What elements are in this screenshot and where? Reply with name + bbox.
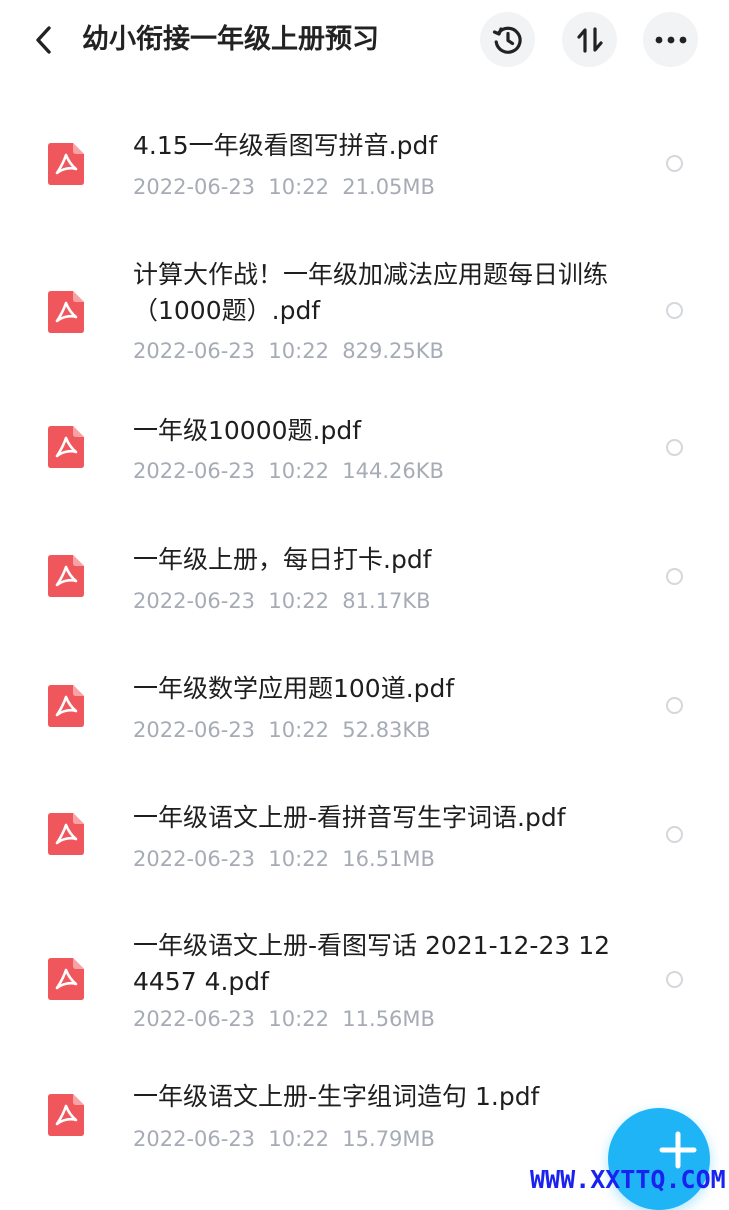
file-date: 2022-06-23 — [133, 1127, 256, 1151]
file-row[interactable]: 一年级语文上册-看图写话 2021-12-23 124457 4.pdf 202… — [0, 891, 729, 1041]
file-meta: 2022-06-23 10:22 81.17KB — [133, 586, 431, 616]
file-time: 10:22 — [268, 1127, 329, 1151]
top-bar: 幼小衔接一年级上册预习 — [0, 0, 729, 82]
select-radio[interactable] — [666, 826, 683, 843]
more-button[interactable] — [643, 12, 698, 67]
watermark-text: WWW.XXTTQ.COM — [530, 1165, 726, 1194]
file-size: 11.56MB — [342, 1007, 435, 1031]
file-size: 81.17KB — [342, 589, 431, 613]
file-row[interactable]: 一年级语文上册-看拼音写生字词语.pdf 2022-06-23 10:22 16… — [0, 762, 729, 891]
file-time: 10:22 — [268, 1007, 329, 1031]
file-meta: 2022-06-23 10:22 11.56MB — [133, 1004, 435, 1034]
file-name: 一年级数学应用题100道.pdf — [133, 674, 455, 703]
more-horizontal-icon — [655, 36, 686, 43]
back-button[interactable] — [26, 22, 62, 58]
file-meta: 2022-06-23 10:22 21.05MB — [133, 172, 435, 202]
history-button[interactable] — [480, 12, 535, 67]
select-radio[interactable] — [666, 697, 683, 714]
file-name: 一年级语文上册-看图写话 2021-12-23 124457 4.pdf — [133, 931, 611, 996]
pdf-icon — [48, 813, 84, 855]
pdf-icon — [48, 291, 84, 333]
select-radio[interactable] — [666, 439, 683, 456]
file-date: 2022-06-23 — [133, 459, 256, 483]
file-time: 10:22 — [268, 847, 329, 871]
file-name: 一年级语文上册-生字组词造句 1.pdf — [133, 1082, 540, 1111]
file-meta: 2022-06-23 10:22 52.83KB — [133, 715, 431, 745]
select-radio[interactable] — [666, 155, 683, 172]
file-date: 2022-06-23 — [133, 718, 256, 742]
file-date: 2022-06-23 — [133, 1007, 256, 1031]
select-radio[interactable] — [666, 568, 683, 585]
file-meta: 2022-06-23 10:22 16.51MB — [133, 844, 435, 874]
file-date: 2022-06-23 — [133, 175, 256, 199]
file-size: 52.83KB — [342, 718, 431, 742]
pdf-icon — [48, 426, 84, 468]
file-size: 829.25KB — [342, 339, 444, 363]
pdf-icon — [48, 555, 84, 597]
file-meta: 2022-06-23 10:22 15.79MB — [133, 1124, 435, 1154]
sort-button[interactable] — [562, 12, 617, 67]
file-date: 2022-06-23 — [133, 589, 256, 613]
file-date: 2022-06-23 — [133, 339, 256, 363]
file-name: 4.15一年级看图写拼音.pdf — [133, 131, 438, 160]
page-title: 幼小衔接一年级上册预习 — [82, 24, 379, 55]
file-time: 10:22 — [268, 339, 329, 363]
history-icon — [492, 26, 522, 54]
pdf-icon — [48, 685, 84, 727]
file-meta: 2022-06-23 10:22 829.25KB — [133, 336, 444, 366]
file-date: 2022-06-23 — [133, 847, 256, 871]
file-row[interactable]: 一年级10000题.pdf 2022-06-23 10:22 144.26KB — [0, 374, 729, 504]
file-row[interactable]: 计算大作战！一年级加减法应用题每日训练（1000题）.pdf 2022-06-2… — [0, 226, 729, 374]
chevron-left-icon — [36, 26, 51, 54]
file-name: 一年级语文上册-看拼音写生字词语.pdf — [133, 803, 566, 832]
pdf-icon — [48, 958, 84, 1000]
file-row[interactable]: 一年级上册，每日打卡.pdf 2022-06-23 10:22 81.17KB — [0, 504, 729, 633]
file-size: 21.05MB — [342, 175, 435, 199]
file-size: 144.26KB — [342, 459, 444, 483]
file-size: 15.79MB — [342, 1127, 435, 1151]
file-name: 一年级上册，每日打卡.pdf — [133, 545, 432, 574]
file-time: 10:22 — [268, 175, 329, 199]
select-radio[interactable] — [666, 302, 683, 319]
file-row[interactable]: 一年级数学应用题100道.pdf 2022-06-23 10:22 52.83K… — [0, 633, 729, 762]
file-name: 计算大作战！一年级加减法应用题每日训练（1000题）.pdf — [133, 260, 609, 325]
file-meta: 2022-06-23 10:22 144.26KB — [133, 456, 444, 486]
select-radio[interactable] — [666, 971, 683, 988]
sort-icon — [576, 26, 603, 53]
pdf-icon — [48, 143, 84, 185]
file-name: 一年级10000题.pdf — [133, 416, 362, 445]
file-time: 10:22 — [268, 589, 329, 613]
pdf-icon — [48, 1094, 84, 1136]
file-time: 10:22 — [268, 459, 329, 483]
file-size: 16.51MB — [342, 847, 435, 871]
file-row[interactable]: 4.15一年级看图写拼音.pdf 2022-06-23 10:22 21.05M… — [0, 82, 729, 226]
file-time: 10:22 — [268, 718, 329, 742]
